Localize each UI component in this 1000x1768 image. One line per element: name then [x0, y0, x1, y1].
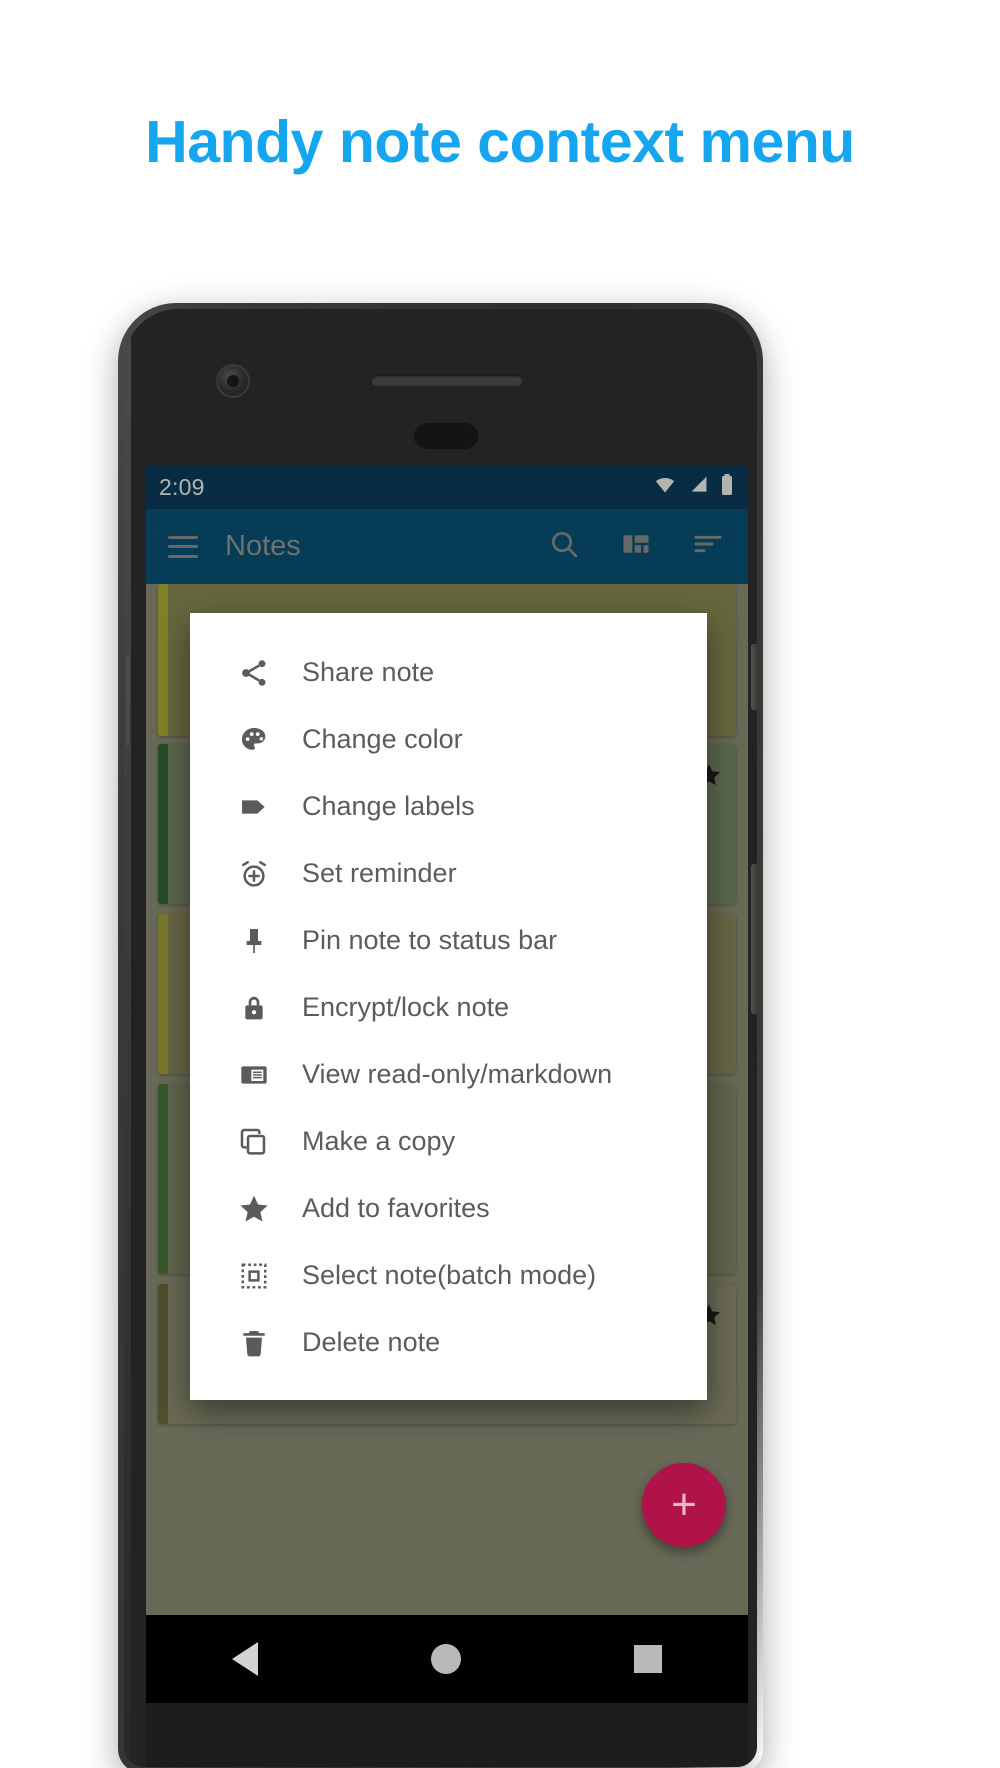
- power-button[interactable]: [751, 864, 757, 1014]
- android-nav-bar: [146, 1615, 748, 1703]
- menu-item-label: Add to favorites: [302, 1193, 490, 1223]
- volume-button[interactable]: [751, 644, 757, 710]
- promo-screenshot: Handy note context menu 2:09 Notes + Sha…: [0, 0, 1000, 1768]
- menu-item-label: Share note: [302, 657, 435, 687]
- page-title: Handy note context menu: [145, 109, 855, 175]
- earpiece-speaker: [371, 375, 523, 386]
- select-box-icon: [234, 1256, 274, 1296]
- menu-item-label: Change color: [302, 724, 463, 754]
- menu-item-label: Delete note: [302, 1327, 441, 1357]
- recents-nav-icon[interactable]: [633, 1645, 662, 1673]
- menu-item-label: Change labels: [302, 791, 475, 821]
- phone-chin: [146, 1703, 748, 1767]
- menu-item-delete-note[interactable]: Delete note: [190, 1309, 707, 1376]
- menu-item-encrypt-note[interactable]: Encrypt/lock note: [190, 974, 707, 1041]
- share-icon: [234, 653, 274, 693]
- phone-frame: 2:09 Notes + Share note Change color Cha…: [118, 303, 763, 1768]
- reader-mode-icon: [234, 1055, 274, 1095]
- home-nav-icon[interactable]: [430, 1644, 461, 1674]
- menu-item-share-note[interactable]: Share note: [190, 639, 707, 706]
- menu-item-change-labels[interactable]: Change labels: [190, 773, 707, 840]
- copy-icon: [234, 1122, 274, 1162]
- menu-item-view-readonly[interactable]: View read-only/markdown: [190, 1041, 707, 1108]
- add-note-fab[interactable]: +: [642, 1463, 726, 1547]
- front-camera-icon: [216, 364, 250, 398]
- trash-icon: [234, 1323, 274, 1363]
- lock-icon: [234, 988, 274, 1028]
- menu-item-label: Set reminder: [302, 858, 457, 888]
- back-nav-icon[interactable]: [232, 1642, 259, 1676]
- plus-icon: +: [671, 1480, 697, 1529]
- menu-item-add-favorites[interactable]: Add to favorites: [190, 1175, 707, 1242]
- menu-item-change-color[interactable]: Change color: [190, 706, 707, 773]
- menu-item-label: Make a copy: [302, 1126, 456, 1156]
- menu-item-label: Pin note to status bar: [302, 925, 558, 955]
- sensor-housing: [414, 423, 478, 449]
- alarm-add-icon: [234, 854, 274, 894]
- pushpin-icon: [234, 921, 274, 961]
- palette-icon: [234, 720, 274, 760]
- phone-body: 2:09 Notes + Share note Change color Cha…: [124, 309, 757, 1767]
- tag-icon: [234, 787, 274, 827]
- note-context-menu: Share note Change color Change labels Se…: [190, 613, 707, 1400]
- star-icon: [234, 1189, 274, 1229]
- menu-item-select-note[interactable]: Select note(batch mode): [190, 1242, 707, 1309]
- menu-item-make-copy[interactable]: Make a copy: [190, 1108, 707, 1175]
- phone-screen: 2:09 Notes + Share note Change color Cha…: [146, 465, 748, 1615]
- menu-item-pin-note[interactable]: Pin note to status bar: [190, 907, 707, 974]
- menu-item-label: View read-only/markdown: [302, 1059, 613, 1089]
- bezel-highlight: [124, 309, 131, 1767]
- menu-item-label: Select note(batch mode): [302, 1260, 597, 1290]
- left-side-button[interactable]: [124, 654, 129, 746]
- menu-item-set-reminder[interactable]: Set reminder: [190, 840, 707, 907]
- menu-item-label: Encrypt/lock note: [302, 992, 510, 1022]
